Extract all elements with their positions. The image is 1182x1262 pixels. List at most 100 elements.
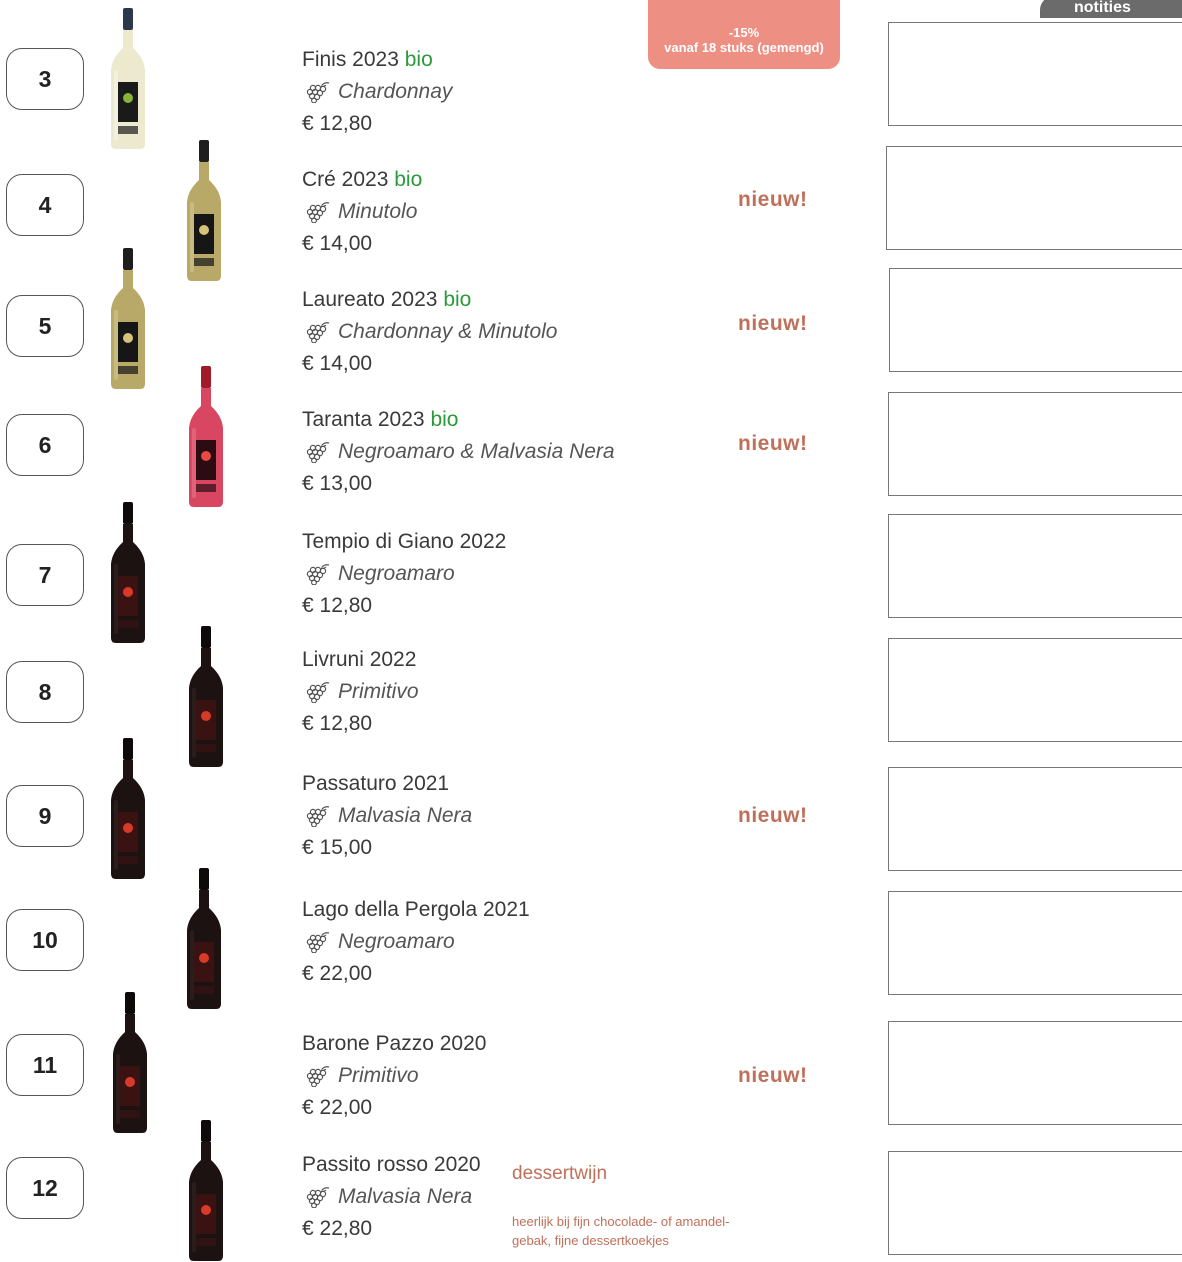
bottle-shine — [192, 688, 196, 758]
wine-grape-variety: Primitivo — [304, 1064, 419, 1088]
notes-field[interactable] — [888, 1021, 1182, 1125]
bio-label: bio — [443, 288, 472, 311]
bottle-sublabel — [196, 1238, 216, 1246]
wine-grape-variety: Malvasia Nera — [304, 1185, 472, 1209]
notes-field[interactable] — [889, 268, 1182, 372]
grape-name: Negroamaro — [338, 562, 455, 585]
notes-field[interactable] — [886, 146, 1182, 250]
grape-name: Malvasia Nera — [338, 804, 473, 827]
grape-name: Malvasia Nera — [338, 1185, 473, 1208]
grape-icon — [306, 564, 330, 585]
bottle-sublabel — [196, 744, 216, 752]
bio-label: bio — [394, 168, 423, 191]
bottle-shine — [114, 800, 118, 870]
wine-name: Passaturo 2021 — [302, 772, 450, 795]
wine-number-box: 10 — [6, 909, 84, 971]
wine-number-box: 9 — [6, 785, 84, 847]
wine-number-box: 8 — [6, 661, 84, 723]
wine-grape-variety: Primitivo — [304, 680, 419, 704]
bottle-shine — [114, 70, 118, 140]
wine-name: Cré 2023 — [302, 168, 389, 191]
notes-tab: notities — [1040, 0, 1182, 18]
wine-name: Lago della Pergola 2021 — [302, 898, 530, 921]
wine-grape-variety: Chardonnay — [304, 80, 452, 104]
dessert-wine-label: dessertwijn — [512, 1163, 608, 1184]
new-badge: nieuw! — [738, 804, 808, 827]
wine-bottle — [110, 992, 150, 1134]
wine-bottle — [108, 738, 148, 880]
bottle-cap — [125, 992, 135, 1014]
grape-icon — [306, 442, 330, 463]
wine-price: € 14,00 — [302, 232, 373, 255]
notes-field[interactable] — [888, 1151, 1182, 1255]
wine-title: Laureato 2023 bio — [302, 288, 471, 312]
dessert-description-line-2: gebak, fijne dessertkoekjes — [512, 1233, 669, 1248]
notes-field[interactable] — [888, 514, 1182, 618]
wine-grape-variety: Negroamaro — [304, 562, 455, 586]
bottle-sublabel — [118, 620, 138, 628]
wine-bottle-image — [187, 868, 221, 1009]
discount-percentage: -15% — [728, 25, 760, 40]
grape-name: Negroamaro & Malvasia Nera — [338, 440, 615, 463]
notes-field[interactable] — [888, 767, 1182, 871]
grape-icon — [306, 1187, 330, 1208]
wine-price-list: -15% vanaf 18 stuks (gemengd) notities 3… — [0, 0, 1182, 1261]
notes-field[interactable] — [888, 638, 1182, 742]
grape-icon — [306, 82, 330, 103]
bottle-sublabel — [194, 986, 214, 994]
bottle-shine — [114, 310, 118, 380]
bottle-sublabel — [196, 484, 216, 492]
wine-bottle — [186, 626, 226, 768]
bottle-emblem — [201, 451, 211, 461]
wine-bottle-image — [189, 1120, 223, 1261]
bottle-emblem — [123, 823, 133, 833]
wine-number-box: 11 — [6, 1034, 84, 1096]
bottle-emblem — [201, 711, 211, 721]
notes-field[interactable] — [888, 392, 1182, 496]
dessert-description-line-1: heerlijk bij fijn chocolade- of amandel- — [512, 1214, 730, 1229]
grape-icon — [306, 1066, 330, 1087]
wine-bottle — [108, 502, 148, 644]
wine-title: Cré 2023 bio — [302, 168, 422, 192]
wine-grape-variety: Negroamaro — [304, 930, 455, 954]
wine-bottle-image — [189, 366, 223, 507]
wine-number-box: 3 — [6, 48, 84, 110]
bottle-cap — [199, 868, 209, 890]
wine-bottle-image — [113, 992, 147, 1133]
wine-title: Passaturo 2021 — [302, 772, 449, 796]
bio-label: bio — [430, 408, 459, 431]
wine-bottle-image — [111, 738, 145, 879]
wine-grape-variety: Minutolo — [304, 200, 417, 224]
wine-name: Taranta 2023 — [302, 408, 425, 431]
wine-price: € 12,80 — [302, 594, 373, 617]
grape-name: Primitivo — [338, 1064, 419, 1087]
bottle-shine — [192, 1182, 196, 1252]
wine-title: Lago della Pergola 2021 — [302, 898, 530, 922]
grape-name: Primitivo — [338, 680, 419, 703]
wine-bottle-image — [111, 502, 145, 643]
bottle-sublabel — [118, 856, 138, 864]
wine-bottle-image — [187, 140, 221, 281]
wine-title: Barone Pazzo 2020 — [302, 1032, 486, 1056]
grape-icon — [306, 932, 330, 953]
new-badge: nieuw! — [738, 188, 808, 211]
bottle-emblem — [125, 1077, 135, 1087]
bottle-cap — [199, 140, 209, 162]
wine-bottle-image — [189, 626, 223, 767]
bottle-cap — [123, 248, 133, 270]
discount-banner: -15% vanaf 18 stuks (gemengd) — [648, 0, 840, 69]
wine-name: Livruni 2022 — [302, 648, 417, 671]
bottle-sublabel — [194, 258, 214, 266]
wine-number-box: 4 — [6, 174, 84, 236]
grape-icon — [306, 202, 330, 223]
wine-price: € 22,00 — [302, 962, 373, 985]
wine-price: € 15,00 — [302, 836, 373, 859]
wine-number-box: 5 — [6, 295, 84, 357]
notes-field[interactable] — [888, 22, 1182, 126]
wine-number-box: 12 — [6, 1157, 84, 1219]
notes-field[interactable] — [888, 891, 1182, 995]
wine-title: Livruni 2022 — [302, 648, 416, 672]
grape-name: Negroamaro — [338, 930, 455, 953]
bottle-shine — [116, 1054, 120, 1124]
bio-label: bio — [404, 48, 433, 71]
